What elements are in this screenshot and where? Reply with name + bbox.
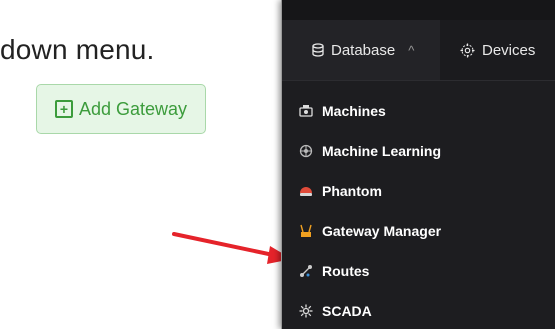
- menu-item-gateway-manager[interactable]: Gateway Manager: [282, 211, 555, 251]
- screenshot-canvas: down menu. + Add Gateway Database ^ Devi…: [0, 0, 555, 329]
- devices-icon: [460, 43, 475, 57]
- menu-item-scada[interactable]: SCADA: [282, 291, 555, 329]
- chevron-up-icon: ^: [408, 42, 415, 58]
- menu-item-label: Routes: [322, 263, 370, 279]
- menu-item-label: Machine Learning: [322, 143, 442, 159]
- document-text: down menu.: [0, 34, 155, 65]
- nav-devices[interactable]: Devices: [460, 20, 535, 80]
- app-panel: Database ^ Devices Machines Machine Lear…: [281, 0, 555, 329]
- menu-item-label: Gateway Manager: [322, 223, 442, 239]
- database-icon: [312, 43, 324, 57]
- add-gateway-button[interactable]: + Add Gateway: [36, 84, 206, 134]
- machines-icon: [298, 103, 314, 119]
- menu-item-phantom[interactable]: Phantom: [282, 171, 555, 211]
- menu-item-label: Phantom: [322, 183, 382, 199]
- menu-item-label: SCADA: [322, 303, 372, 319]
- nav-database-label: Database: [331, 41, 396, 59]
- nav-database[interactable]: Database ^: [282, 20, 440, 80]
- nav-devices-label: Devices: [482, 41, 536, 59]
- panel-top-strip: [282, 0, 555, 20]
- routes-icon: [298, 263, 314, 279]
- database-dropdown-menu: Machines Machine Learning Phantom Gatewa…: [282, 80, 555, 329]
- menu-item-routes[interactable]: Routes: [282, 251, 555, 291]
- navbar: Database ^ Devices: [282, 20, 555, 80]
- machine-learning-icon: [298, 143, 314, 159]
- menu-item-machines[interactable]: Machines: [282, 91, 555, 131]
- plus-square-icon: +: [54, 100, 73, 118]
- menu-item-label: Machines: [322, 103, 386, 119]
- menu-item-machine-learning[interactable]: Machine Learning: [282, 131, 555, 171]
- add-gateway-label: Add Gateway: [78, 98, 188, 119]
- scada-icon: [298, 303, 314, 319]
- phantom-icon: [298, 183, 314, 199]
- gateway-manager-icon: [298, 223, 314, 239]
